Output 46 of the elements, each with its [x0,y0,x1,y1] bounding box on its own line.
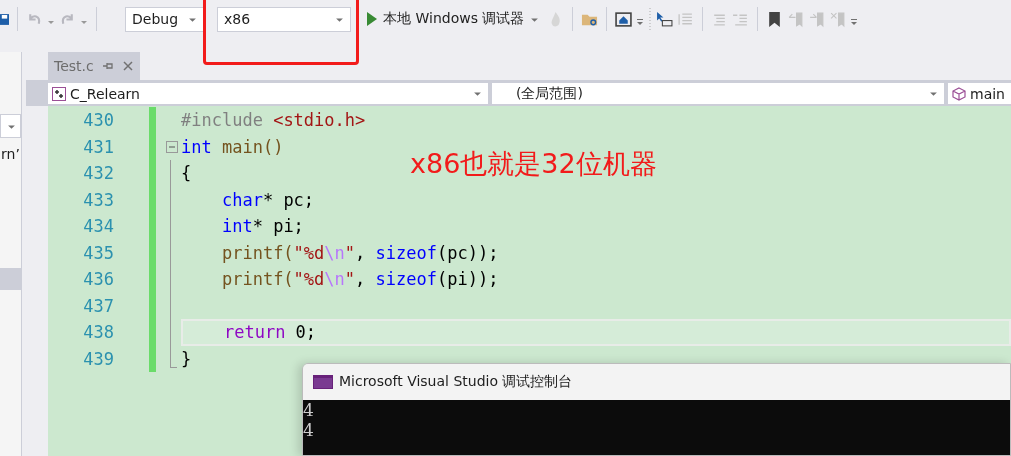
line-number: 436 [82,269,114,290]
code-line: { [181,163,192,184]
line-number: 438 [82,322,114,343]
project-dropdown[interactable]: C_Relearn [48,83,488,104]
code-line: printf("%d\n", sizeof(pc)); [220,242,499,263]
console-output-line: 4 [303,400,314,420]
grip-icon [648,7,653,31]
line-number: 432 [82,163,114,184]
line-number: 439 [82,348,114,369]
console-output-line: 4 [303,420,314,440]
member-dropdown[interactable]: main [948,83,1011,104]
start-debugging-button[interactable]: 本地 Windows 调试器 [363,10,544,28]
code-line: #include <stdio.h> [181,110,366,131]
side-dropdown[interactable] [0,114,21,138]
overflow-icon[interactable] [850,17,859,27]
code-line: } [181,348,192,369]
code-line: printf("%d\n", sizeof(pi)); [220,269,499,290]
project-icon [52,86,66,101]
home-window-icon[interactable] [615,10,633,28]
cursor-icon[interactable] [656,10,674,28]
play-icon [367,12,377,26]
line-number: 430 [82,110,114,131]
caret-icon [929,89,938,98]
line-number: 433 [82,189,114,210]
platform-dropdown[interactable]: x86 [217,6,351,32]
console-title: Microsoft Visual Studio 调试控制台 [339,373,573,391]
code-line: int main() [181,136,284,157]
configuration-dropdown[interactable]: Debug [125,6,204,32]
next-bookmark-icon[interactable] [808,10,826,28]
code-line: int* pi; [220,216,304,237]
overflow-icon[interactable] [636,17,645,27]
line-number: 435 [82,242,114,263]
collapse-icon[interactable] [165,140,178,153]
code-line: char* pc; [220,189,315,210]
pin-icon[interactable] [101,60,114,72]
console-icon [313,375,333,389]
tree-item-text[interactable]: rn’ [0,146,20,162]
line-number: 431 [82,136,114,157]
close-icon[interactable] [121,60,134,72]
scope-dropdown[interactable]: (全局范围) [492,83,944,104]
line-number: 437 [82,295,114,316]
caret-icon [473,89,482,98]
cube-icon [952,86,966,101]
line-number: 434 [82,216,114,237]
code-line: return 0; [222,322,317,343]
annotation-text: x86也就是32位机器 [410,147,657,181]
